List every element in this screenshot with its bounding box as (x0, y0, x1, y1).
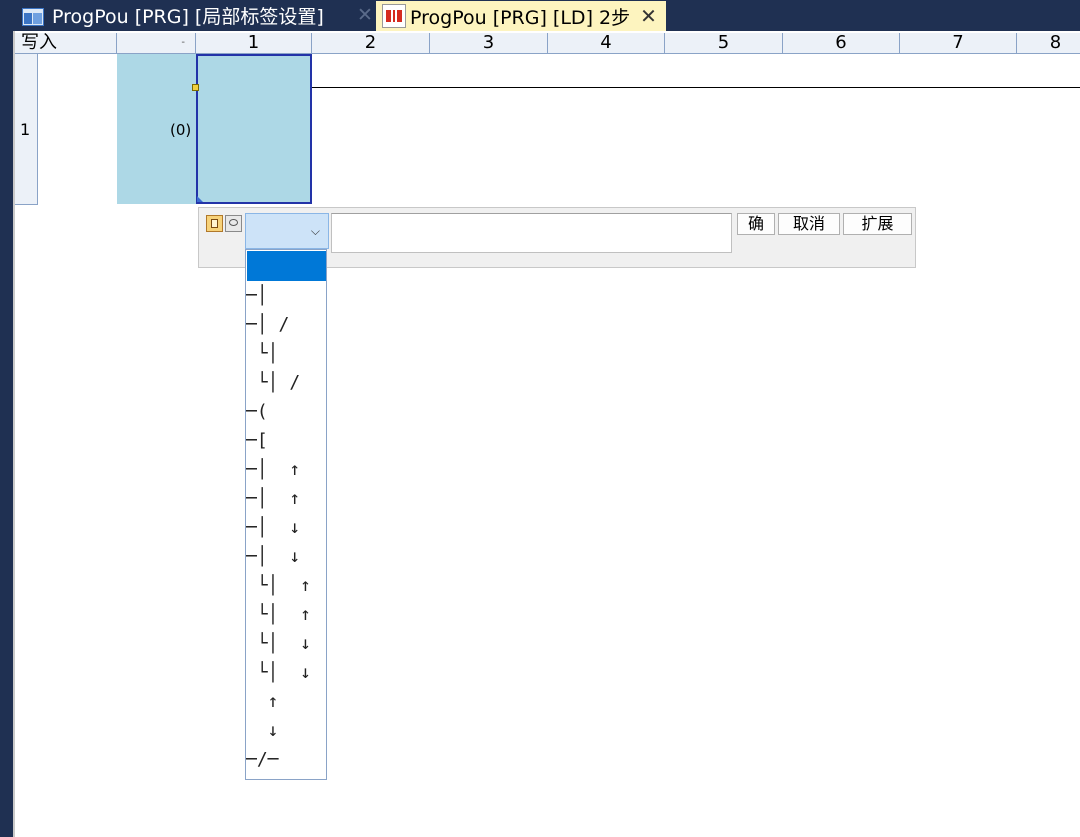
cancel-button[interactable]: 取消 (778, 213, 840, 235)
cell-corner-marker-icon (197, 196, 203, 202)
dropdown-item-rising-edge-nc[interactable]: ─│ ↑ (246, 485, 326, 513)
column-header-6: 6 (783, 33, 900, 53)
chevron-down-icon[interactable]: ⌵ (311, 224, 320, 239)
dropdown-item-parallel-nc[interactable]: └│ / (246, 369, 326, 397)
dropdown-item-no-contact[interactable]: ─│ (246, 282, 326, 310)
expand-button[interactable]: 扩展 (843, 213, 912, 235)
dropdown-item-parallel-rising[interactable]: └│ ↑ (246, 572, 326, 600)
device-list-icon[interactable] (206, 215, 223, 232)
tab-ladder-editor[interactable]: ProgPou [PRG] [LD] 2步 ✕ (376, 1, 666, 31)
dropdown-item-empty[interactable] (246, 251, 326, 279)
dropdown-item-function[interactable]: ─[ (246, 427, 326, 455)
dropdown-item-parallel-falling[interactable]: └│ ↓ (246, 630, 326, 658)
column-header-1: 1 (196, 33, 312, 53)
column-header-5: 5 (665, 33, 783, 53)
dropdown-item-pulse-falling[interactable]: ↓ (246, 717, 326, 745)
ladder-rung-line (196, 87, 1080, 88)
ladder-program-icon (382, 4, 406, 28)
close-tab-icon[interactable]: ✕ (357, 0, 373, 31)
left-panel-edge (0, 31, 13, 837)
rung-number: 1 (20, 120, 31, 139)
dropdown-item-pulse-rising[interactable]: ↑ (246, 688, 326, 716)
dropdown-item-falling-edge-nc[interactable]: ─│ ↓ (246, 543, 326, 571)
step-number: (0) (170, 121, 192, 139)
dropdown-item-invert[interactable]: ─/─ (246, 746, 326, 774)
rung-row-header[interactable]: 1 (15, 54, 38, 205)
dropdown-item-parallel-falling-nc[interactable]: └│ ↓ (246, 659, 326, 687)
dropdown-item-parallel-no[interactable]: └│ (246, 340, 326, 368)
instruction-dropdown-list[interactable]: ─│ ─│ / └│ └│ / ─( ─[ ─│ ↑ ─│ ↑ ─│ ↓ ─│ … (245, 249, 327, 780)
write-mode-label: 写入 (15, 33, 117, 53)
connection-point-icon (192, 84, 199, 91)
comment-bubble-icon[interactable] (225, 215, 242, 232)
column-dropdown-icon[interactable]: - (117, 33, 196, 53)
label-table-icon (20, 5, 46, 27)
instruction-text-input[interactable] (331, 213, 732, 253)
dropdown-item-rising-edge[interactable]: ─│ ↑ (246, 456, 326, 484)
instruction-type-combo[interactable]: ⌵ (245, 213, 329, 249)
tab-local-label-settings[interactable]: ProgPou [PRG] [局部标签设置] (20, 0, 365, 31)
column-header-2: 2 (312, 33, 430, 53)
tab-label: ProgPou [PRG] [局部标签设置] (52, 6, 324, 28)
column-header-7: 7 (900, 33, 1017, 53)
dropdown-item-coil[interactable]: ─( (246, 398, 326, 426)
ladder-column-header: 写入 - 1 2 3 4 5 6 7 8 (15, 33, 1080, 54)
dropdown-item-parallel-rising-nc[interactable]: └│ ↑ (246, 601, 326, 629)
close-tab-icon[interactable]: ✕ (640, 4, 657, 28)
tab-label: ProgPou [PRG] [LD] 2步 (410, 6, 631, 29)
ok-button[interactable]: 确 (737, 213, 775, 235)
column-header-3: 3 (430, 33, 548, 53)
dropdown-item-nc-contact[interactable]: ─│ / (246, 311, 326, 339)
dropdown-item-falling-edge[interactable]: ─│ ↓ (246, 514, 326, 542)
column-header-8: 8 (1017, 33, 1080, 53)
column-header-4: 4 (548, 33, 665, 53)
ladder-cursor-cell[interactable] (196, 54, 312, 204)
